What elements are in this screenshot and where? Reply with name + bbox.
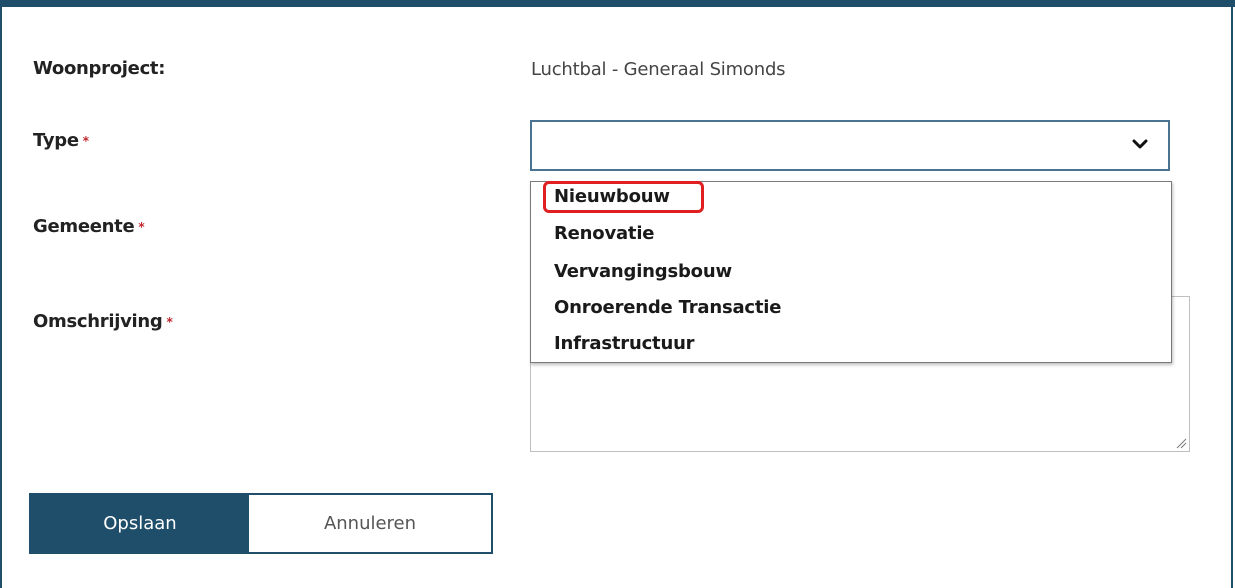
- required-marker: *: [82, 134, 89, 148]
- resize-grip-icon[interactable]: [1175, 437, 1187, 449]
- type-label: Type *: [33, 130, 89, 151]
- cancel-button[interactable]: Annuleren: [249, 495, 491, 552]
- required-marker: *: [138, 220, 145, 234]
- option-vervangingsbouw[interactable]: Vervangingsbouw: [554, 261, 732, 282]
- required-marker: *: [166, 315, 173, 329]
- option-onroerende-transactie[interactable]: Onroerende Transactie: [554, 297, 781, 318]
- form-actions: Opslaan Annuleren: [29, 493, 493, 554]
- woonproject-label: Woonproject:: [33, 58, 166, 79]
- gemeente-label: Gemeente *: [33, 216, 145, 237]
- type-label-text: Type: [33, 130, 79, 151]
- option-renovatie[interactable]: Renovatie: [554, 223, 655, 244]
- gemeente-label-text: Gemeente: [33, 216, 135, 237]
- omschrijving-label: Omschrijving *: [33, 311, 173, 332]
- type-select[interactable]: [530, 120, 1170, 171]
- option-nieuwbouw[interactable]: Nieuwbouw: [554, 186, 670, 207]
- chevron-down-icon: [1132, 139, 1148, 149]
- type-dropdown-list: Nieuwbouw Renovatie Vervangingsbouw Onro…: [530, 181, 1172, 363]
- woonproject-value: Luchtbal - Generaal Simonds: [531, 59, 786, 80]
- omschrijving-label-text: Omschrijving: [33, 311, 163, 332]
- save-button[interactable]: Opslaan: [31, 495, 249, 552]
- option-infrastructuur[interactable]: Infrastructuur: [554, 333, 695, 354]
